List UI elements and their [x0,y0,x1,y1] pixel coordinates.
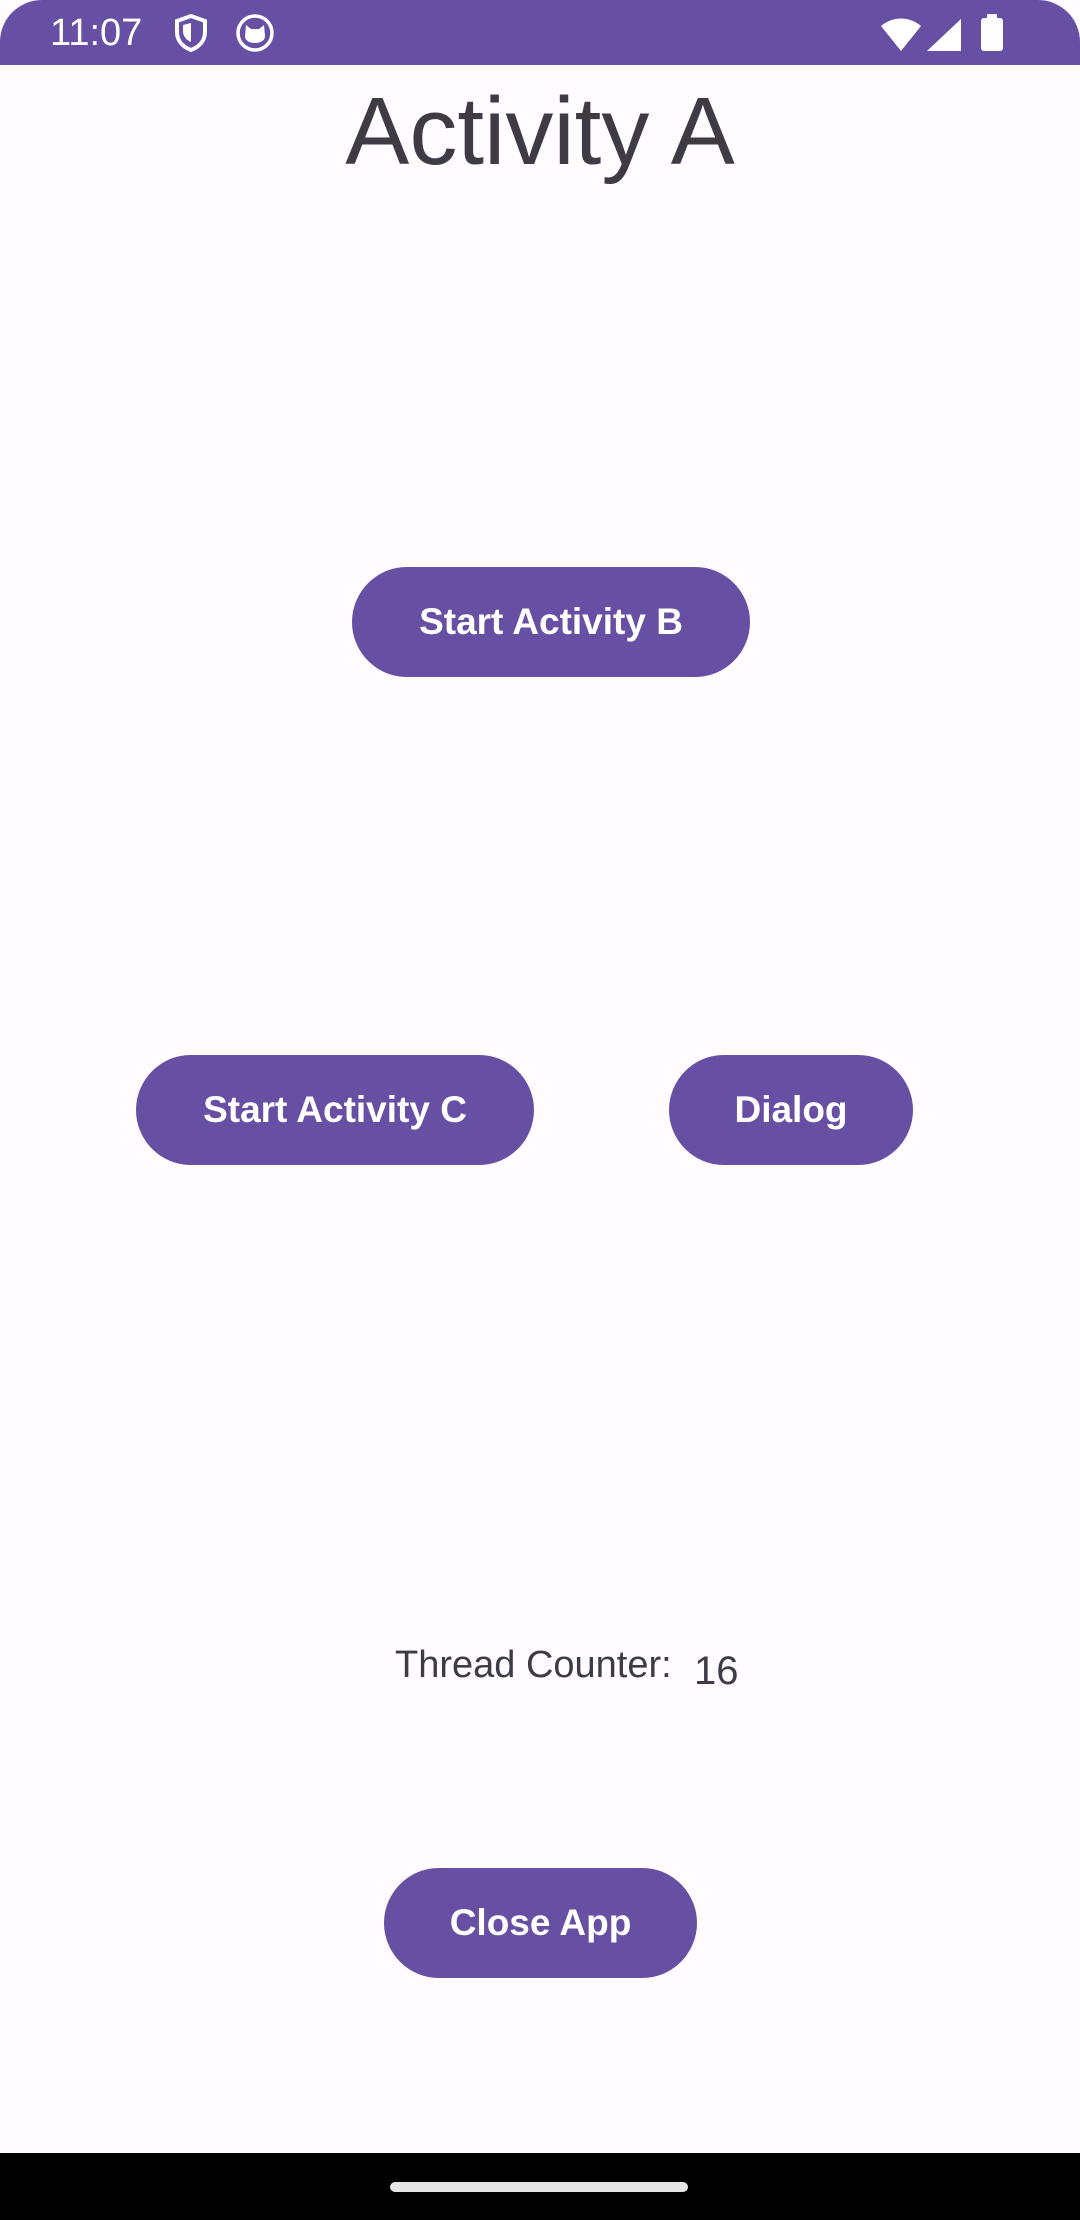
status-bar: 11:07 [0,0,1080,65]
status-time: 11:07 [50,12,143,54]
battery-icon [981,14,1003,51]
home-gesture-handle[interactable] [390,2182,688,2192]
page-title: Activity A [345,78,735,185]
wifi-icon [881,18,921,51]
app-screen: 11:07 Activity A Start Activity B Start … [0,0,1080,2220]
dialog-button[interactable]: Dialog [669,1055,913,1165]
thread-counter-value: 16 [694,1649,739,1693]
cat-face-icon [236,14,274,52]
thread-counter-label: Thread Counter: [395,1644,672,1686]
close-app-button[interactable]: Close App [384,1868,697,1978]
navigation-bar [0,2153,1080,2220]
start-activity-c-button[interactable]: Start Activity C [136,1055,534,1165]
cellular-signal-icon [927,19,961,51]
shield-icon [175,14,207,52]
start-activity-b-button[interactable]: Start Activity B [352,567,750,677]
